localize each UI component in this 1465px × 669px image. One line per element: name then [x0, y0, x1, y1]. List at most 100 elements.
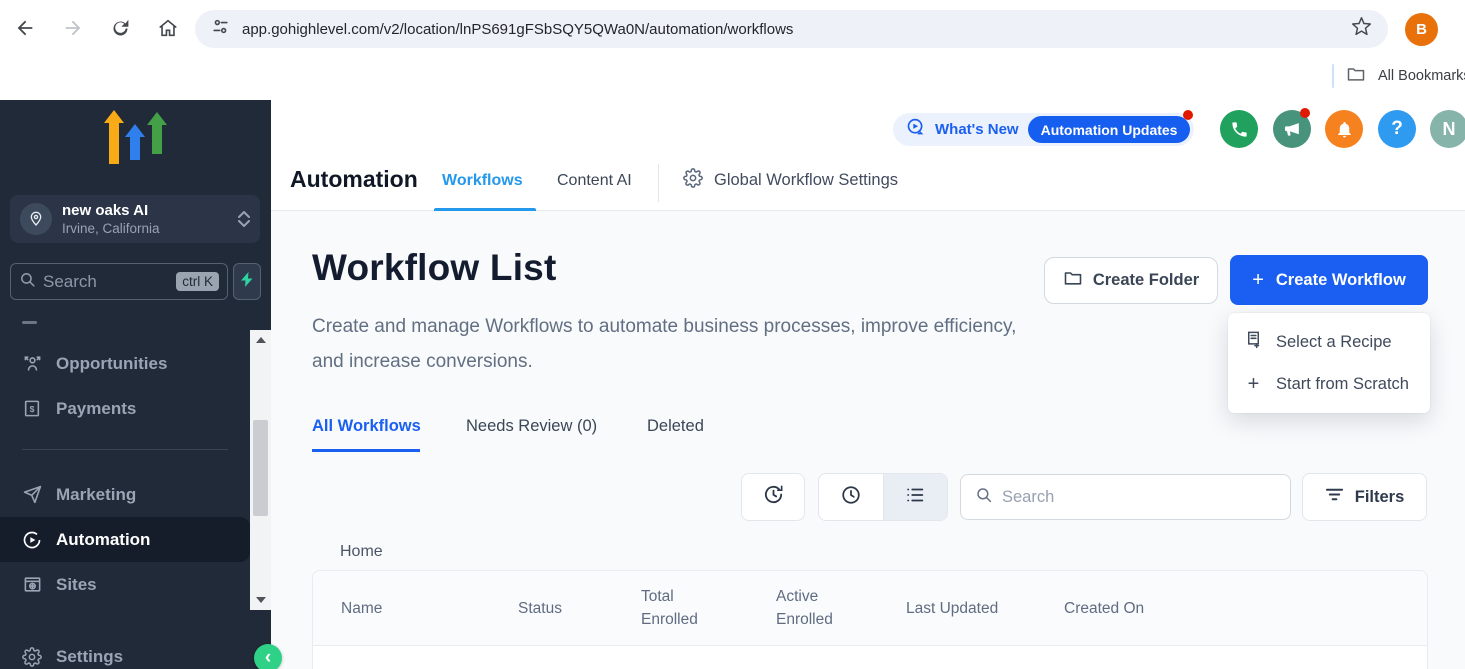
- sidebar: new oaks AI Irvine, California ctrl K: [0, 100, 271, 669]
- plus-icon: +: [1252, 269, 1264, 292]
- filter-lines-icon: [1325, 486, 1344, 508]
- menu-item-label: Select a Recipe: [1276, 333, 1392, 352]
- recent-view-button[interactable]: [819, 474, 883, 520]
- sidebar-item-automation[interactable]: Automation: [0, 517, 250, 562]
- history-clock-icon: [762, 483, 785, 511]
- table-row: [313, 646, 1427, 669]
- main-area: Automation Workflows Content AI Global W…: [271, 100, 1465, 669]
- sidebar-item-payments[interactable]: $ Payments: [0, 386, 250, 431]
- create-folder-label: Create Folder: [1093, 271, 1199, 290]
- sidebar-item-opportunities[interactable]: Opportunities: [0, 341, 250, 386]
- site-info-icon[interactable]: [211, 17, 230, 41]
- menu-item-label: Start from Scratch: [1276, 375, 1409, 394]
- workflow-list-title: Workflow List: [312, 247, 556, 289]
- search-icon: [975, 486, 993, 509]
- sidebar-item-label: Settings: [56, 647, 123, 667]
- global-workflow-settings-label: Global Workflow Settings: [714, 171, 898, 190]
- menu-item-start-from-scratch[interactable]: + Start from Scratch: [1228, 363, 1430, 405]
- gear-icon: [683, 168, 703, 193]
- menu-item-select-recipe[interactable]: Select a Recipe: [1228, 321, 1430, 363]
- create-workflow-label: Create Workflow: [1276, 271, 1406, 290]
- sidebar-item-label: Automation: [56, 530, 150, 550]
- tab-content-ai[interactable]: Content AI: [557, 172, 632, 190]
- chevron-left-icon: ‹: [265, 648, 271, 667]
- column-header-total-enrolled: Total Enrolled: [641, 571, 719, 645]
- browser-profile-avatar[interactable]: B: [1405, 13, 1438, 46]
- paper-plane-icon: [22, 485, 42, 504]
- bookmarks-bar: All Bookmarks: [0, 56, 1465, 100]
- active-list-tab-underline: [312, 449, 420, 452]
- sidebar-item-settings[interactable]: Settings: [0, 634, 250, 669]
- gear-icon: [22, 647, 42, 667]
- screen: app.gohighlevel.com/v2/location/lnPS691g…: [0, 0, 1465, 669]
- list-view-button[interactable]: [883, 474, 948, 520]
- create-workflow-button[interactable]: + Create Workflow: [1230, 255, 1428, 305]
- home-icon[interactable]: [157, 17, 179, 39]
- folder-icon: [1346, 64, 1366, 89]
- whats-new-label: What's New: [935, 121, 1019, 138]
- workflow-list-page: Workflow List Create and manage Workflow…: [271, 211, 1465, 669]
- reload-icon[interactable]: [110, 18, 131, 39]
- all-bookmarks-button[interactable]: All Bookmarks: [1378, 68, 1465, 84]
- scroll-down-icon[interactable]: [250, 592, 271, 608]
- workflow-search-input[interactable]: [1002, 488, 1276, 507]
- workflow-search[interactable]: [960, 474, 1291, 520]
- account-switcher[interactable]: new oaks AI Irvine, California: [10, 195, 260, 243]
- workflows-table: Name Status Total Enrolled Active Enroll…: [312, 570, 1428, 669]
- quick-actions-button[interactable]: [233, 263, 261, 300]
- announcement-play-icon: [905, 117, 926, 143]
- sidebar-divider: [22, 449, 228, 450]
- scrollbar-thumb[interactable]: [253, 420, 268, 516]
- execution-logs-button[interactable]: [741, 473, 805, 521]
- forward-icon[interactable]: [62, 17, 84, 39]
- sidebar-item-marketing[interactable]: Marketing: [0, 472, 250, 517]
- tab-all-workflows[interactable]: All Workflows: [312, 417, 421, 436]
- global-workflow-settings-link[interactable]: Global Workflow Settings: [683, 168, 898, 193]
- sidebar-search[interactable]: ctrl K: [10, 263, 228, 300]
- help-button[interactable]: ?: [1378, 110, 1416, 148]
- sidebar-collapse-button[interactable]: ‹: [254, 644, 282, 669]
- notifications-button[interactable]: [1325, 110, 1363, 148]
- sidebar-search-input[interactable]: [43, 272, 176, 292]
- clock-icon: [840, 484, 862, 511]
- breadcrumb-home[interactable]: Home: [340, 543, 383, 561]
- sidebar-item-sites[interactable]: Sites: [0, 562, 250, 607]
- create-folder-button[interactable]: Create Folder: [1044, 257, 1218, 304]
- whats-new-button[interactable]: What's New Automation Updates: [893, 113, 1194, 146]
- tab-deleted[interactable]: Deleted: [647, 417, 704, 436]
- sidebar-item-label: Payments: [56, 399, 136, 419]
- sidebar-item-label: Marketing: [56, 485, 136, 505]
- bookmark-star-icon[interactable]: [1351, 16, 1372, 42]
- header-divider: [658, 164, 659, 202]
- app-window: new oaks AI Irvine, California ctrl K: [0, 100, 1465, 669]
- browser-chrome: app.gohighlevel.com/v2/location/lnPS691g…: [0, 0, 1465, 56]
- sites-icon: [22, 575, 42, 594]
- view-toggle: [818, 473, 948, 521]
- page-header: Automation Workflows Content AI Global W…: [271, 100, 1465, 211]
- opportunities-icon: [22, 354, 42, 373]
- page-title: Automation: [290, 166, 418, 193]
- scroll-up-icon[interactable]: [250, 332, 271, 348]
- filters-button[interactable]: Filters: [1302, 473, 1427, 521]
- sidebar-scrollbar[interactable]: [250, 330, 271, 610]
- keyboard-shortcut-badge: ctrl K: [176, 272, 219, 291]
- account-name: new oaks AI: [62, 201, 160, 220]
- account-location: Irvine, California: [62, 220, 160, 237]
- notification-dot: [1300, 108, 1310, 118]
- tab-workflows[interactable]: Workflows: [442, 172, 523, 190]
- payments-icon: $: [22, 399, 42, 418]
- workflow-list-description: Create and manage Workflows to automate …: [312, 309, 1017, 379]
- tab-needs-review[interactable]: Needs Review (0): [466, 417, 597, 436]
- user-avatar[interactable]: N: [1430, 110, 1465, 148]
- column-header-status: Status: [518, 571, 628, 645]
- phone-button[interactable]: [1220, 110, 1258, 148]
- automation-updates-badge[interactable]: Automation Updates: [1028, 116, 1191, 143]
- url-text[interactable]: app.gohighlevel.com/v2/location/lnPS691g…: [242, 21, 793, 38]
- megaphone-button[interactable]: [1273, 110, 1311, 148]
- url-bar[interactable]: app.gohighlevel.com/v2/location/lnPS691g…: [195, 10, 1388, 48]
- table-header-row: Name Status Total Enrolled Active Enroll…: [313, 571, 1427, 646]
- filters-label: Filters: [1355, 488, 1405, 507]
- sidebar-item-label: Sites: [56, 575, 97, 595]
- back-icon[interactable]: [14, 17, 36, 39]
- location-pin-icon: [20, 203, 52, 235]
